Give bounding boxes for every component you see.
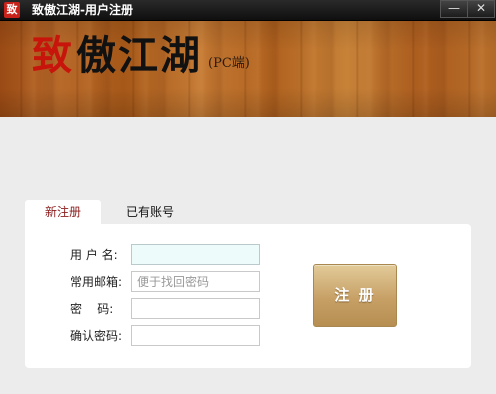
- register-button[interactable]: 注 册: [313, 264, 397, 327]
- password-input[interactable]: [131, 298, 260, 319]
- app-icon: 致: [4, 2, 20, 18]
- email-label: 常用邮箱:: [70, 275, 123, 289]
- confirm-password-label: 确认密码:: [70, 329, 123, 343]
- email-input[interactable]: [131, 271, 260, 292]
- close-button[interactable]: ✕: [467, 0, 495, 18]
- minimize-button[interactable]: —: [440, 0, 467, 18]
- logo-text: 傲江湖: [76, 32, 202, 79]
- username-label: 用 户 名:: [70, 248, 118, 262]
- confirm-password-input[interactable]: [131, 325, 260, 346]
- username-input[interactable]: [131, 244, 260, 265]
- logo-first-char: 致: [32, 32, 74, 79]
- tab-new-register[interactable]: 新注册: [25, 200, 101, 224]
- password-label: 密 码:: [70, 302, 114, 316]
- title-bar[interactable]: 致 致傲江湖-用户注册 — ✕: [0, 0, 496, 21]
- tab-existing-account[interactable]: 已有账号: [112, 200, 188, 224]
- window-title: 致傲江湖-用户注册: [32, 3, 133, 17]
- logo-subtitle: (PC端): [208, 56, 250, 71]
